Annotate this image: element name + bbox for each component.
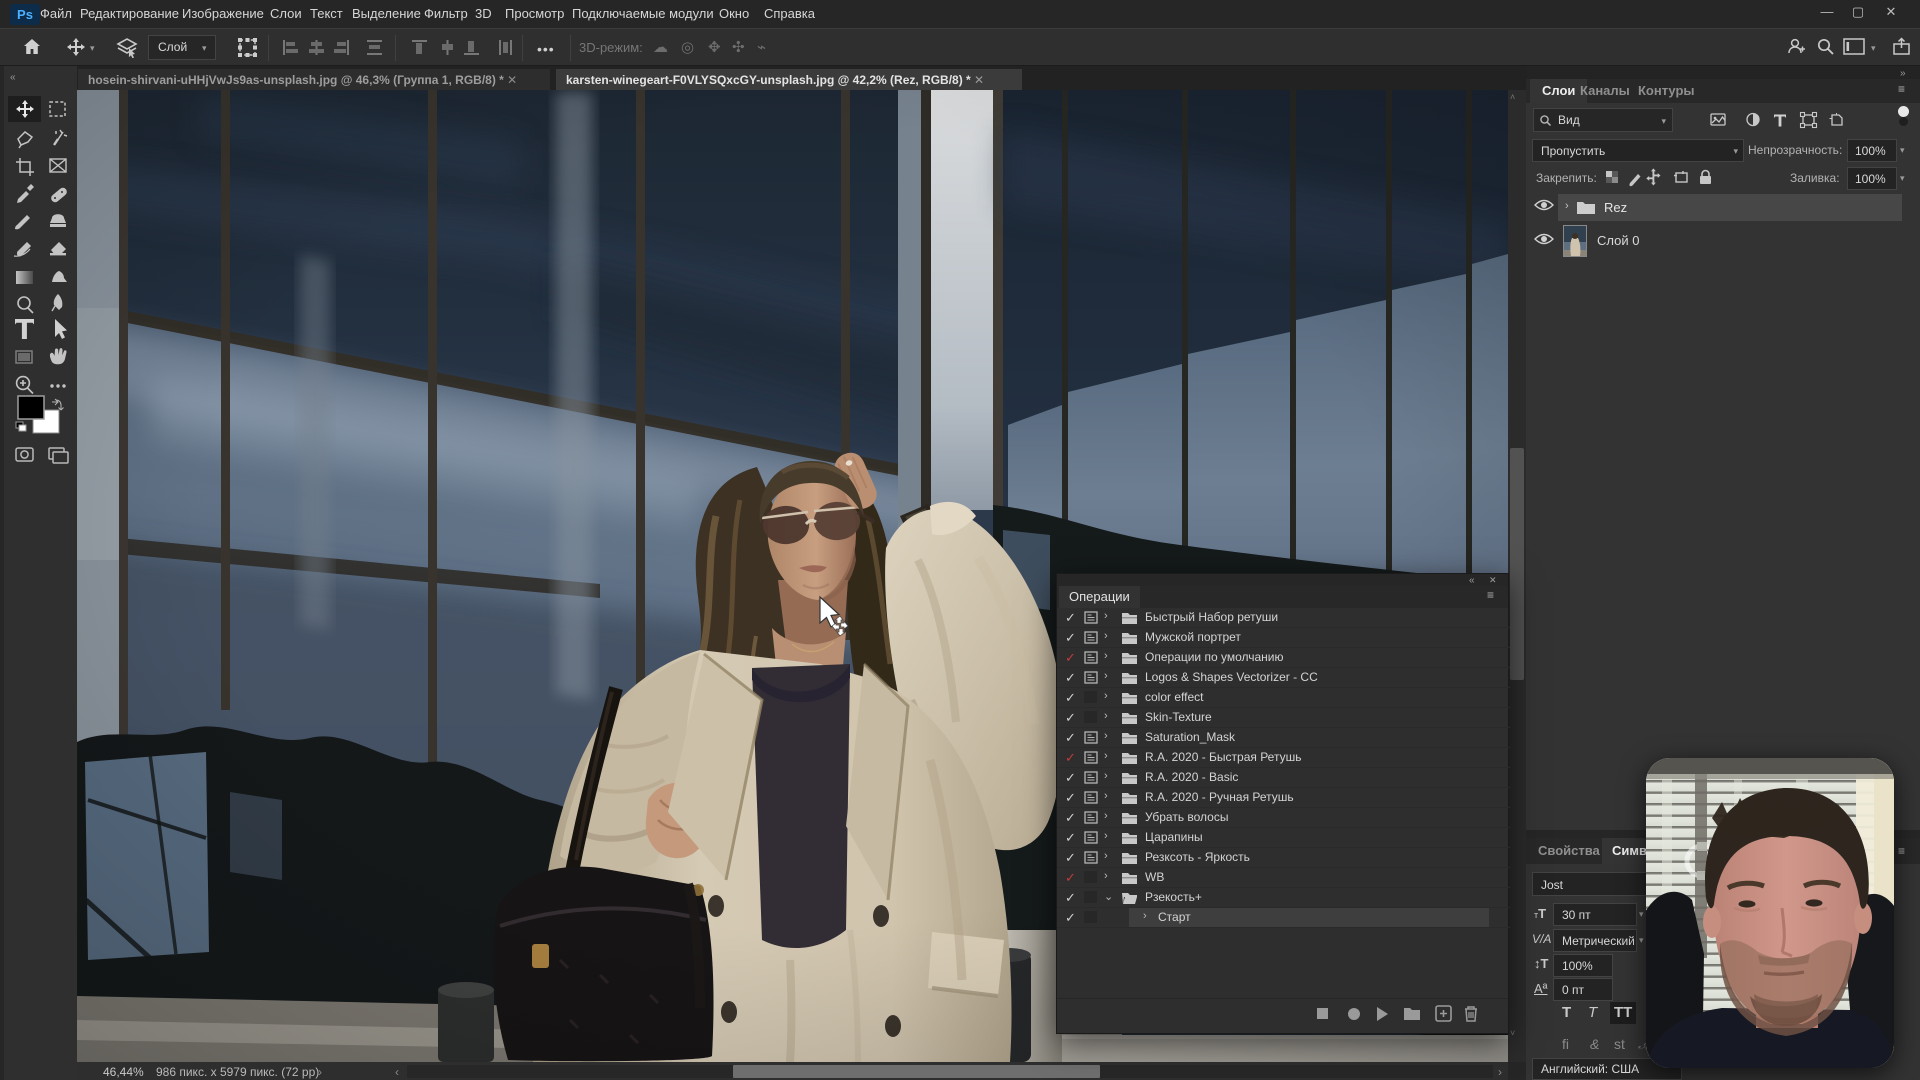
svg-text:«: « bbox=[10, 72, 16, 83]
